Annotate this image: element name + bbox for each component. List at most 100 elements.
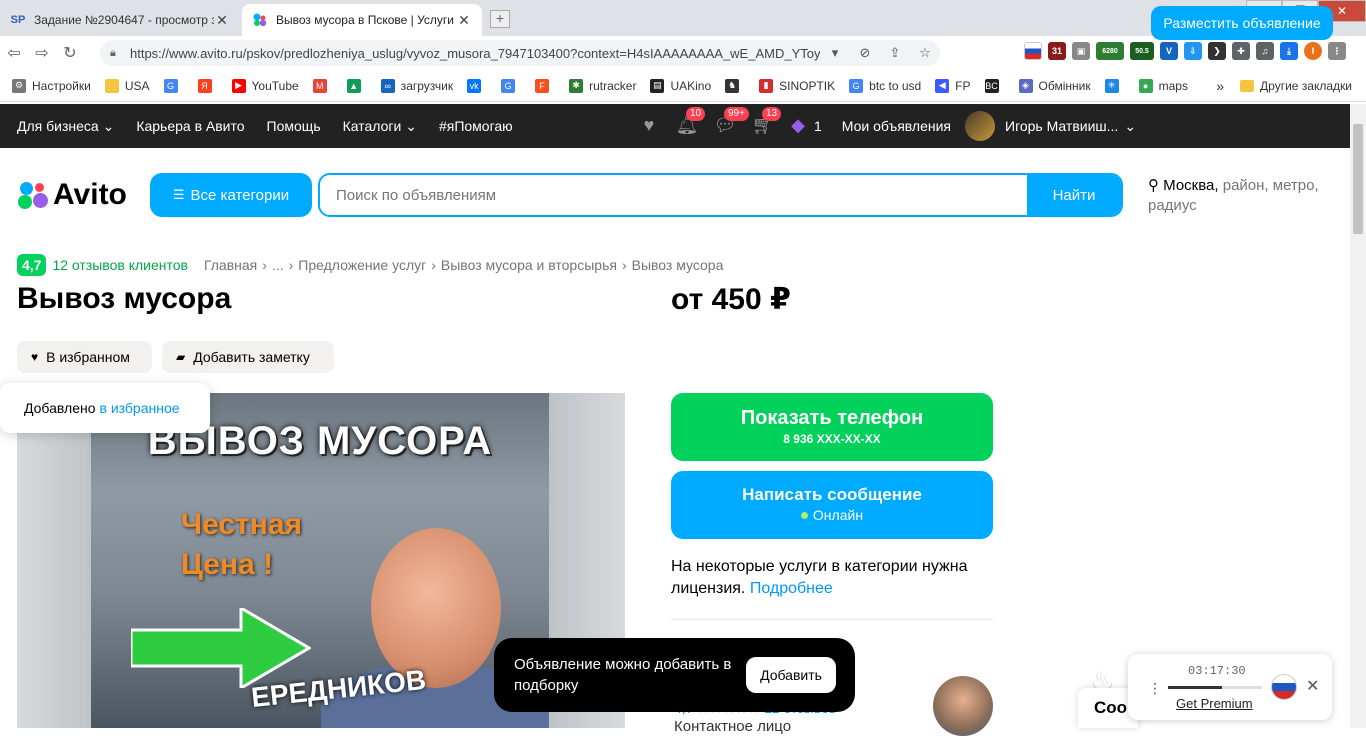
bookmark-item[interactable]: ▤ UAKino <box>650 78 711 93</box>
link-ya-pomogayu[interactable]: #яПомогаю <box>439 118 513 134</box>
menu-dots-icon[interactable]: ⋮ <box>1328 42 1346 60</box>
breadcrumb-home[interactable]: Главная <box>204 257 257 273</box>
bookmark-star-icon[interactable]: ☆ <box>910 45 940 61</box>
avito-logo[interactable]: Avito <box>17 178 127 212</box>
bookmark-item[interactable]: ◈ Обмінник <box>1018 78 1091 93</box>
get-premium-link[interactable]: Get Premium <box>1176 696 1253 711</box>
link-help[interactable]: Помощь <box>267 118 321 134</box>
browser-tab-avito[interactable]: Вывоз мусора в Пскове | Услуги | ✕ <box>242 4 482 36</box>
widget-progress-fill <box>1168 686 1222 689</box>
bookmark-item[interactable]: ● maps <box>1138 78 1188 93</box>
search-input[interactable] <box>320 175 1027 215</box>
bookmark-item[interactable]: ▲ <box>346 78 367 93</box>
page-scrollbar[interactable] <box>1350 104 1366 728</box>
notifications-bell-icon[interactable]: 🔔︎ 10 <box>674 107 706 137</box>
arrow-extension-icon[interactable]: ❯ <box>1208 42 1226 60</box>
bookmarks-more-icon[interactable]: » <box>1216 78 1224 94</box>
bookmark-item[interactable]: ▶ YouTube <box>231 78 299 93</box>
russia-flag-icon[interactable] <box>1024 42 1042 60</box>
seller-avatar[interactable] <box>933 676 993 736</box>
add-note-button[interactable]: ▰ Добавить заметку <box>162 341 334 373</box>
fp-icon: ◀ <box>935 78 950 93</box>
bookmark-item[interactable]: ♞ <box>725 78 745 93</box>
forward-icon[interactable]: ⇨ <box>28 43 56 63</box>
media-icon[interactable]: ♫ <box>1256 42 1274 60</box>
page-title: Вывоз мусора <box>17 282 232 315</box>
link-career[interactable]: Карьера в Авито <box>136 118 244 134</box>
all-categories-button[interactable]: ☰ Все категории <box>150 173 312 217</box>
bookmark-item[interactable]: ◀ FP <box>935 78 971 93</box>
puzzle-icon[interactable]: ✚ <box>1232 42 1250 60</box>
widget-progress[interactable] <box>1168 686 1262 689</box>
address-bar[interactable]: 🔒︎ https://www.avito.ru/pskov/predlozhen… <box>100 40 940 66</box>
scrollbar-thumb[interactable] <box>1353 124 1363 234</box>
new-tab-button[interactable]: + <box>490 10 510 28</box>
bitcoin-ticker-icon[interactable]: 6280 <box>1096 42 1124 60</box>
my-ads-link[interactable]: Мои объявления <box>842 118 951 134</box>
link-catalogs[interactable]: Каталоги ⌄ <box>343 118 417 135</box>
bookmark-item[interactable]: G <box>501 78 521 93</box>
profile-avatar-icon[interactable]: I <box>1304 42 1322 60</box>
ticket-icon[interactable]: ◆ <box>788 115 808 137</box>
toast-add-button[interactable]: Добавить <box>746 657 836 693</box>
messages-chat-icon[interactable]: 💬︎ 99+ <box>712 107 749 137</box>
favorites-heart-icon[interactable]: ♥ <box>636 115 662 137</box>
bookmark-item[interactable]: F <box>535 78 555 93</box>
russia-flag-icon[interactable] <box>1271 674 1297 700</box>
bookmark-item[interactable]: ⚙ Настройки <box>12 78 91 93</box>
reviews-link[interactable]: 12 отзывов клиентов <box>52 257 188 273</box>
block-icon[interactable]: ⊘ <box>850 45 880 61</box>
write-message-button[interactable]: Написать сообщение Онлайн <box>671 471 993 539</box>
breadcrumb-services[interactable]: Предложение услуг <box>298 257 426 273</box>
other-bookmarks-label[interactable]: Другие закладки <box>1260 79 1352 93</box>
search-button[interactable]: Найти <box>1027 175 1121 215</box>
bookmark-item[interactable]: M <box>312 78 333 93</box>
user-menu[interactable]: Игорь Матвииш... ⌄ <box>965 111 1136 141</box>
download-icon[interactable]: ⇩ <box>1184 42 1202 60</box>
url-text[interactable]: https://www.avito.ru/pskov/predlozheniya… <box>130 46 820 61</box>
listing-photo[interactable]: ВЫВОЗ МУСОРА Честная Цена ! ЕРЕДНИКОВ <box>91 393 549 728</box>
rating-badge[interactable]: 4,7 <box>17 254 47 276</box>
folder-icon <box>1240 80 1255 92</box>
link-business[interactable]: Для бизнеса ⌄ <box>17 118 114 135</box>
bookmark-item[interactable]: ▮ SINOPTIK <box>759 78 835 93</box>
location-selector[interactable]: ⚲ Москва, район, метро, радиус <box>1148 176 1338 216</box>
breadcrumb-current[interactable]: Вывоз мусора <box>632 257 724 273</box>
briefcase-icon[interactable]: ▣ <box>1072 42 1090 60</box>
bookmark-item[interactable]: vk <box>467 78 487 93</box>
lock-icon[interactable]: 🔒︎ <box>110 47 130 60</box>
downloads-icon[interactable]: ⤓ <box>1280 42 1298 60</box>
coins-count[interactable]: 1 <box>814 118 822 134</box>
favorite-button[interactable]: ♥ В избранном <box>17 341 152 373</box>
cart-icon[interactable]: 🛒︎ 13 <box>750 107 782 137</box>
bookmark-item[interactable]: BC <box>984 78 1005 93</box>
favorites-link[interactable]: в избранное <box>100 400 180 416</box>
breadcrumb-waste[interactable]: Вывоз мусора и вторсырья <box>441 257 617 273</box>
v-extension-icon[interactable]: V <box>1160 42 1178 60</box>
bookmark-item[interactable]: Gbtc to usd <box>849 78 921 93</box>
bookmark-item[interactable]: G <box>163 78 184 93</box>
bookmark-item[interactable]: USA <box>104 78 150 93</box>
show-phone-button[interactable]: Показать телефон 8 936 XXX-XX-XX <box>671 393 993 461</box>
bookmark-item[interactable]: Я <box>197 78 218 93</box>
reload-icon[interactable]: ↻ <box>56 43 84 63</box>
bookmark-item[interactable]: ∞ загрузчик <box>380 78 453 93</box>
youtube-icon: ▶ <box>231 78 246 93</box>
widget-close-icon[interactable]: ✕ <box>1306 676 1319 696</box>
tab-close-icon[interactable]: ✕ <box>214 12 230 29</box>
ltc-ticker-icon[interactable]: 50.5 <box>1130 42 1154 60</box>
bookmark-label: YouTube <box>251 78 299 93</box>
bookmark-item[interactable]: ✱ rutracker <box>569 78 636 93</box>
tab-close-icon[interactable]: ✕ <box>456 12 472 29</box>
browser-tab-sp[interactable]: SP Задание №2904647 - просмотр з ✕ <box>0 4 240 36</box>
bookmark-item[interactable]: ✳ <box>1104 78 1125 93</box>
breadcrumb-ellipsis[interactable]: ... <box>272 257 284 273</box>
back-icon[interactable]: ⇦ <box>0 43 28 63</box>
widget-menu-icon[interactable]: ⋮ <box>1148 680 1162 697</box>
extension-badge-icon[interactable]: 31 <box>1048 42 1066 60</box>
breadcrumb-separator-icon: › <box>621 257 627 273</box>
dropdown-icon[interactable]: ▾ <box>820 45 850 61</box>
post-ad-button[interactable]: Разместить объявление <box>1151 6 1333 40</box>
share-icon[interactable]: ⇪ <box>880 45 910 61</box>
license-more-link[interactable]: Подробнее <box>750 580 833 597</box>
